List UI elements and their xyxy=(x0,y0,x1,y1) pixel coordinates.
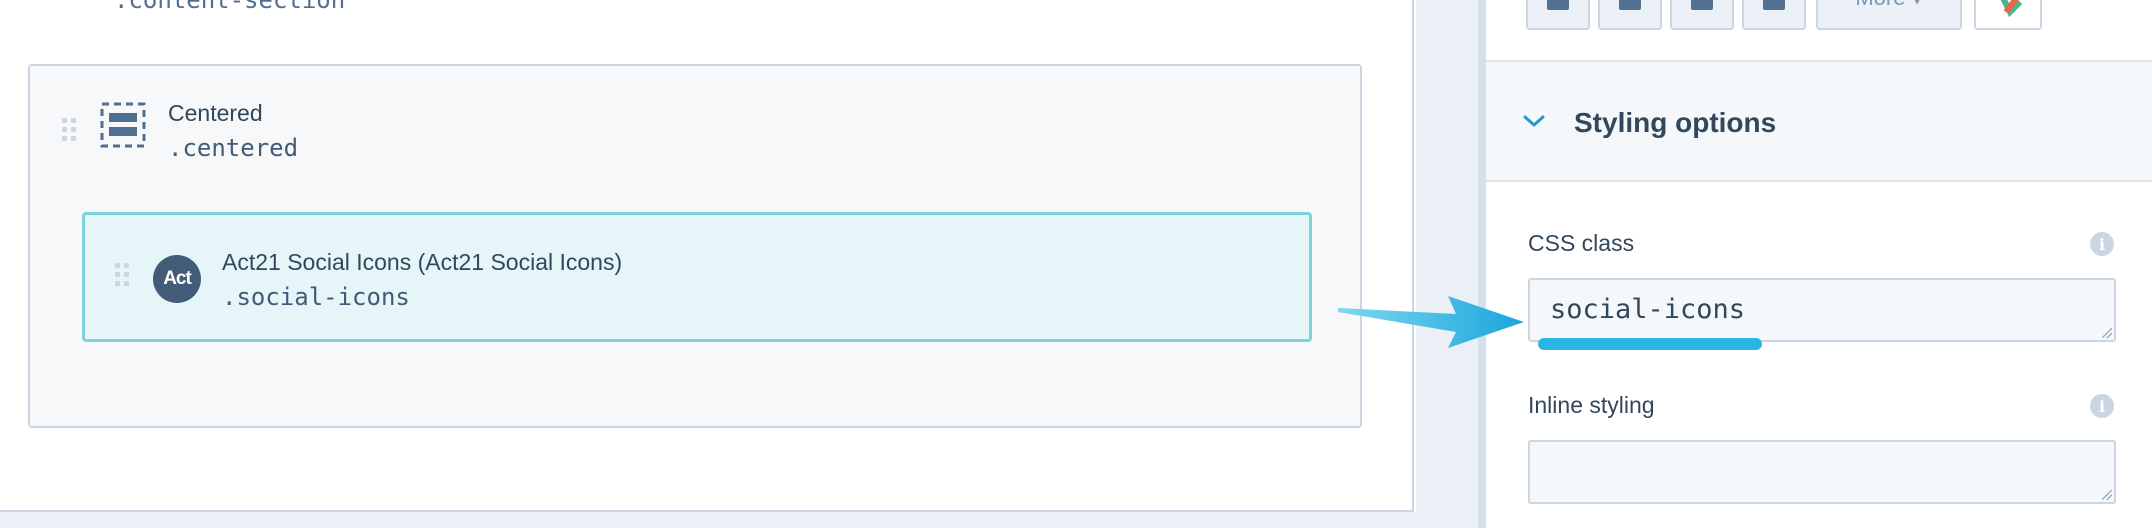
brand-logo-icon xyxy=(2000,0,2023,18)
more-dropdown-button[interactable]: More ▾ xyxy=(1816,0,1962,30)
resize-handle-icon[interactable] xyxy=(2102,328,2112,338)
panel-divider[interactable] xyxy=(1478,0,1486,528)
centered-section[interactable]: Centered .centered Act Act21 Social Icon… xyxy=(28,64,1362,428)
css-class-input[interactable]: social-icons xyxy=(1528,278,2116,342)
annotation-arrow-icon xyxy=(1338,296,1524,348)
inline-styling-info-icon[interactable]: i xyxy=(2090,394,2114,418)
section-class-name: .centered xyxy=(168,134,299,162)
content-section-class-label: .content-section xyxy=(114,0,346,14)
module-title: Act21 Social Icons (Act21 Social Icons) xyxy=(222,249,623,275)
move-button[interactable] xyxy=(1526,0,1590,30)
inspector-panel: More ▾ Styling options CSS class i socia… xyxy=(1486,0,2152,528)
inline-styling-input[interactable] xyxy=(1528,440,2116,504)
copy-icon xyxy=(1619,0,1641,10)
editor-page: .content-section Centered .centered Act … xyxy=(0,0,2152,528)
section-layout-icon xyxy=(100,102,146,148)
css-class-info-icon[interactable]: i xyxy=(2090,232,2114,256)
clone-icon xyxy=(1691,0,1713,10)
highlight-underline xyxy=(1538,338,1762,350)
css-class-label: CSS class xyxy=(1528,230,1635,256)
module-avatar-icon: Act xyxy=(153,255,201,303)
social-icons-module[interactable]: Act Act21 Social Icons (Act21 Social Ico… xyxy=(82,212,1312,342)
copy-button[interactable] xyxy=(1598,0,1662,30)
resize-handle-icon[interactable] xyxy=(2102,490,2112,500)
module-drag-handle-icon[interactable] xyxy=(115,263,129,293)
module-class-name: .social-icons xyxy=(222,283,410,311)
panel-gutter xyxy=(1416,0,1486,528)
move-icon xyxy=(1547,0,1569,10)
section-drag-handle-icon[interactable] xyxy=(62,118,76,148)
trash-icon xyxy=(1763,0,1785,10)
delete-button[interactable] xyxy=(1742,0,1806,30)
inline-styling-label: Inline styling xyxy=(1528,392,1655,418)
clone-button[interactable] xyxy=(1670,0,1734,30)
styling-options-header[interactable]: Styling options xyxy=(1486,60,2152,182)
css-class-value: social-icons xyxy=(1550,294,1746,325)
styling-options-title: Styling options xyxy=(1574,107,1777,138)
section-title: Centered xyxy=(168,100,263,126)
module-toolbar: More ▾ xyxy=(1486,0,2152,40)
chevron-down-icon xyxy=(1523,115,1545,127)
layout-canvas: .content-section Centered .centered Act … xyxy=(0,0,1414,512)
canvas-bottom-bar xyxy=(0,512,1480,528)
app-logo-button[interactable] xyxy=(1974,0,2042,30)
